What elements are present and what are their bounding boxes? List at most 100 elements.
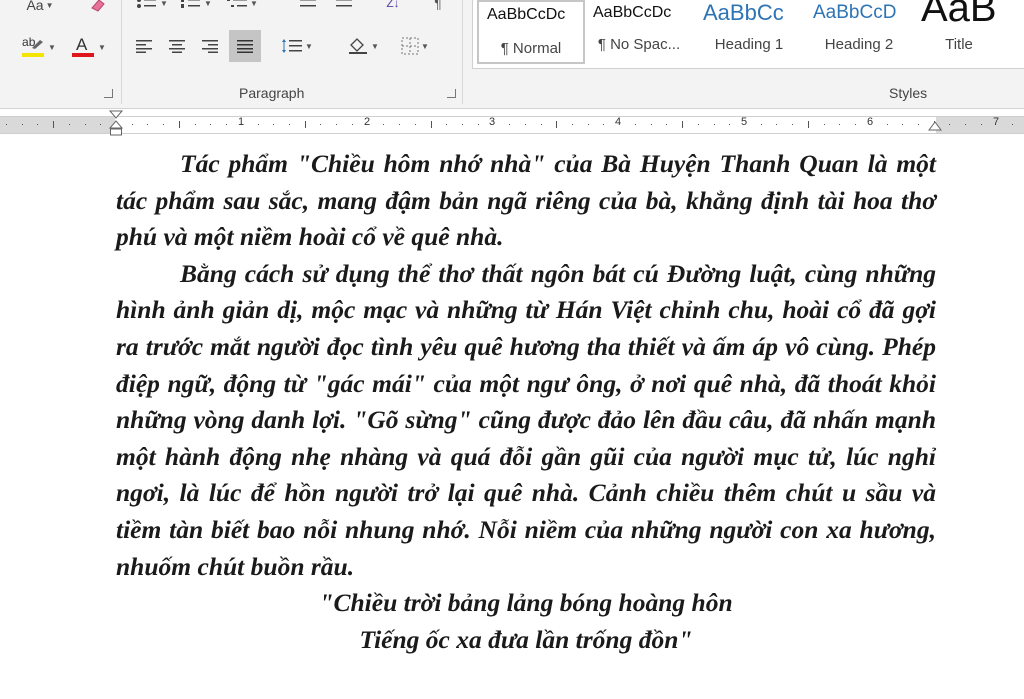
numbering-icon	[181, 0, 201, 8]
ribbon: Aa ▼ ab ▼ A ▼ ▼ ▼ ▼ Z↓ ¶ ▼ ▼ ▼ Paragraph…	[0, 0, 1024, 109]
style-no-spacing[interactable]: AaBbCcDc ¶ No Spac...	[585, 0, 693, 64]
ruler-number: 2	[364, 116, 371, 128]
show-hide-button[interactable]: ¶	[426, 0, 450, 12]
ruler-dot	[541, 124, 542, 125]
change-case-button[interactable]: Aa ▼	[14, 0, 66, 14]
ruler-dot	[6, 124, 7, 125]
style-preview: AaBbCcDc	[593, 4, 672, 21]
style-preview: AaBbCcDc	[487, 6, 566, 23]
font-color-button[interactable]: A ▼	[64, 34, 112, 60]
ruler-number: 5	[741, 116, 748, 128]
style-heading-2[interactable]: AaBbCcD Heading 2	[805, 0, 913, 64]
ruler-number: 7	[993, 116, 1000, 128]
ruler-dot	[603, 124, 604, 125]
ruler-dot	[525, 124, 526, 125]
ruler-dot	[887, 124, 888, 125]
highlight-color-bar	[22, 53, 45, 57]
ruler-dot	[1012, 124, 1013, 125]
align-right-button[interactable]	[197, 32, 223, 60]
chevron-down-icon: ▼	[421, 41, 429, 51]
multilevel-list-button[interactable]: ▼	[222, 0, 262, 12]
ruler-dot	[949, 124, 950, 125]
ruler-dot	[729, 124, 730, 125]
ruler-dot	[336, 124, 337, 125]
ruler-dot	[478, 124, 479, 125]
ruler-dot	[415, 124, 416, 125]
justify-button[interactable]	[229, 30, 261, 62]
line-spacing-button[interactable]: ▼	[274, 32, 320, 60]
decrease-indent-icon	[300, 0, 316, 7]
chevron-down-icon: ▼	[204, 0, 212, 8]
ruler-dot	[446, 124, 447, 125]
document-paragraph[interactable]: Bằng cách sử dụng thể thơ thất ngôn bát …	[116, 256, 936, 585]
sort-icon: Z↓	[386, 0, 400, 10]
style-name: Heading 1	[714, 36, 784, 53]
style-title[interactable]: AaB Title	[913, 0, 1024, 64]
ruler-dot	[588, 124, 589, 125]
borders-button[interactable]: ▼	[392, 32, 438, 60]
ruler-dot	[69, 124, 70, 125]
style-name: Title	[945, 36, 973, 53]
ruler-tick	[431, 121, 432, 128]
style-normal[interactable]: AaBbCcDc ¶ Normal	[477, 0, 585, 64]
text-highlight-button[interactable]: ab ▼	[14, 34, 62, 60]
paragraph-dialog-launcher[interactable]	[447, 89, 456, 98]
verse-line[interactable]: Tiếng ốc xa đưa lần trống đồn"	[116, 622, 936, 659]
clear-formatting-button[interactable]	[86, 0, 110, 14]
ruler-dot	[100, 124, 101, 125]
line-spacing-icon	[282, 39, 303, 53]
paragraph-group-label: Paragraph	[239, 85, 305, 101]
ruler-dot	[666, 124, 667, 125]
right-indent-marker[interactable]	[928, 121, 942, 133]
ruler-number: 1	[238, 116, 245, 128]
ruler-dot	[320, 124, 321, 125]
pilcrow-icon: ¶	[434, 0, 442, 11]
numbering-button[interactable]: ▼	[176, 0, 216, 12]
shading-button[interactable]: ▼	[340, 32, 386, 60]
style-preview: AaBbCc	[703, 0, 784, 25]
first-line-indent-marker[interactable]	[109, 110, 123, 140]
justify-icon	[237, 40, 253, 53]
ruler-dot	[195, 124, 196, 125]
align-center-button[interactable]	[164, 32, 190, 60]
increase-indent-button[interactable]	[332, 0, 356, 12]
ruler-tick	[305, 121, 306, 128]
ruler-number: 6	[867, 116, 874, 128]
align-left-button[interactable]	[131, 32, 157, 60]
ruler-number: 3	[489, 116, 496, 128]
increase-indent-icon	[336, 0, 352, 7]
document-page[interactable]: Tác phẩm "Chiều hôm nhớ nhà" của Bà Huyệ…	[0, 140, 1024, 699]
ruler-dot	[981, 124, 982, 125]
chevron-down-icon: ▼	[371, 41, 379, 51]
styles-gallery: AaBbCcDc ¶ Normal AaBbCcDc ¶ No Spac... …	[472, 0, 1024, 69]
chevron-down-icon: ▼	[305, 41, 313, 51]
ruler-dot	[226, 124, 227, 125]
font-dialog-launcher[interactable]	[104, 89, 113, 98]
verse-line[interactable]: "Chiều trời bảng lảng bóng hoàng hôn	[116, 585, 936, 622]
style-preview: AaBbCcD	[813, 2, 897, 23]
style-name: ¶ No Spac...	[597, 36, 681, 53]
bullets-button[interactable]: ▼	[132, 0, 172, 12]
ruler-tick	[53, 121, 54, 128]
ruler-dot	[824, 124, 825, 125]
horizontal-ruler[interactable]: 1 2 3 4 5 6 7	[0, 110, 1024, 140]
ruler-dot	[37, 124, 38, 125]
sort-button[interactable]: Z↓	[378, 0, 408, 12]
style-name: Heading 2	[824, 36, 894, 53]
ruler-dot	[289, 124, 290, 125]
decrease-indent-button[interactable]	[296, 0, 320, 12]
style-heading-1[interactable]: AaBbCc Heading 1	[695, 0, 803, 64]
font-color-bar	[72, 53, 95, 57]
document-paragraph[interactable]: Tác phẩm "Chiều hôm nhớ nhà" của Bà Huyệ…	[116, 146, 936, 256]
ruler-dot	[258, 124, 259, 125]
ruler-dot	[22, 124, 23, 125]
ruler-dot	[792, 124, 793, 125]
borders-icon	[401, 37, 419, 55]
ruler-dot	[462, 124, 463, 125]
document-body[interactable]: Tác phẩm "Chiều hôm nhớ nhà" của Bà Huyệ…	[116, 146, 936, 658]
highlighter-icon	[32, 40, 44, 49]
ruler-dot	[509, 124, 510, 125]
ruler-number: 4	[615, 116, 622, 128]
ruler-dot	[85, 124, 86, 125]
ruler-dot	[714, 124, 715, 125]
